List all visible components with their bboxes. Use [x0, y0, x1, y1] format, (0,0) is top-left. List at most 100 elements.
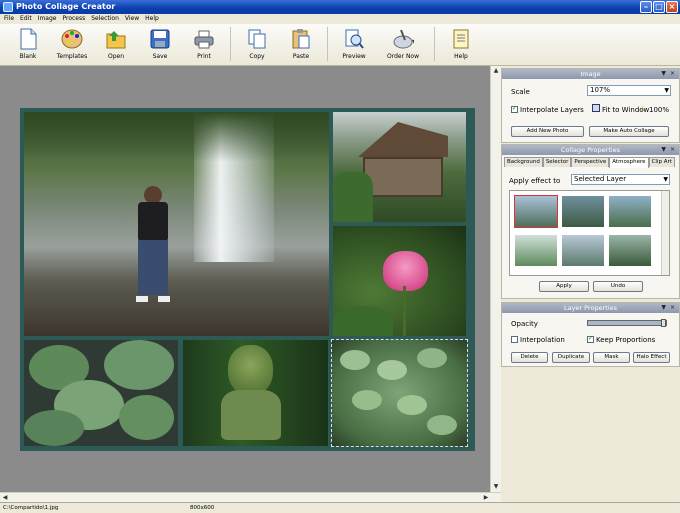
photo-waterfall[interactable] — [24, 112, 329, 336]
paste-label: Paste — [292, 53, 310, 60]
toolbar-separator — [434, 27, 435, 61]
hundred-percent-label[interactable]: 100% — [649, 106, 669, 114]
print-button[interactable]: Print — [182, 24, 226, 64]
menu-help[interactable]: Help — [145, 14, 159, 24]
apply-effect-value: Selected Layer — [574, 175, 627, 183]
delete-button[interactable]: Delete — [511, 352, 548, 363]
close-panel-icon[interactable]: × — [670, 303, 675, 313]
opacity-label: Opacity — [511, 320, 538, 328]
blank-button[interactable]: Blank — [6, 24, 50, 64]
collage-tabs: Background Selector Perspective Atmosphe… — [504, 157, 677, 168]
image-panel: Image ▼ × Scale 107% ▼ Interpolate Layer… — [501, 68, 680, 143]
effect-thumb[interactable] — [515, 235, 557, 266]
preview-button[interactable]: Preview — [332, 24, 376, 64]
add-new-photo-button[interactable]: Add New Photo — [511, 126, 584, 137]
effect-thumb[interactable] — [562, 196, 604, 227]
toolbar-separator — [327, 27, 328, 61]
interpolate-layers-checkbox[interactable] — [511, 105, 518, 113]
menu-file[interactable]: File — [4, 14, 14, 24]
help-label: Help — [454, 53, 468, 60]
effect-thumb-selected[interactable] — [514, 195, 558, 228]
app-icon — [3, 2, 13, 12]
menu-view[interactable]: View — [125, 14, 139, 24]
keep-proportions-label: Keep Proportions — [596, 336, 656, 344]
scale-label: Scale — [511, 88, 530, 96]
fit-window-icon[interactable] — [592, 104, 600, 112]
preview-magnifier-icon — [343, 28, 365, 50]
effect-thumb[interactable] — [609, 196, 651, 227]
apply-effect-dropdown[interactable]: Selected Layer ▼ — [571, 174, 670, 185]
tab-clip-art[interactable]: Clip Art — [648, 157, 675, 167]
horizontal-scrollbar[interactable]: ◀ ▶ — [0, 492, 501, 502]
title-bar: Photo Collage Creator – □ × — [0, 0, 680, 14]
keep-proportions-checkbox[interactable] — [587, 335, 594, 343]
properties-panel: Image ▼ × Scale 107% ▼ Interpolate Layer… — [501, 66, 680, 502]
scale-dropdown[interactable]: 107% ▼ — [587, 85, 671, 96]
vertical-scrollbar[interactable]: ▲ ▼ — [490, 66, 501, 492]
effect-thumb[interactable] — [609, 235, 651, 266]
effect-thumb[interactable] — [562, 235, 604, 266]
close-button[interactable]: × — [666, 1, 678, 13]
make-auto-collage-button[interactable]: Make Auto Collage — [589, 126, 669, 137]
photo-house[interactable] — [333, 112, 466, 222]
gallery-scrollbar[interactable] — [661, 191, 669, 275]
interpolate-layers-label: Interpolate Layers — [520, 106, 584, 114]
dropdown-arrow-icon: ▼ — [663, 176, 668, 183]
order-now-button[interactable]: ▾ Order Now — [376, 24, 430, 64]
minimize-button[interactable]: – — [640, 1, 652, 13]
scroll-up-icon[interactable]: ▲ — [491, 66, 501, 76]
templates-label: Templates — [56, 53, 88, 60]
menu-edit[interactable]: Edit — [20, 14, 32, 24]
help-button[interactable]: Help — [439, 24, 483, 64]
apply-button[interactable]: Apply — [539, 281, 589, 292]
blank-label: Blank — [19, 53, 37, 60]
tab-perspective[interactable]: Perspective — [571, 157, 610, 167]
save-button[interactable]: Save — [138, 24, 182, 64]
opacity-slider[interactable] — [587, 319, 667, 327]
copy-button[interactable]: Copy — [235, 24, 279, 64]
open-button[interactable]: Open — [94, 24, 138, 64]
templates-button[interactable]: Templates — [50, 24, 94, 64]
collapse-icon[interactable]: ▼ — [661, 69, 666, 79]
photo-mossy-statue[interactable] — [183, 340, 328, 446]
status-file-path: C:\Compartido\1.jpg — [3, 505, 59, 511]
tab-background[interactable]: Background — [504, 157, 543, 167]
svg-text:▾: ▾ — [412, 37, 414, 46]
collapse-icon[interactable]: ▼ — [661, 303, 666, 313]
apply-effect-label: Apply effect to — [509, 177, 561, 185]
open-folder-icon — [105, 28, 127, 50]
collapse-icon[interactable]: ▼ — [661, 145, 666, 155]
maximize-button[interactable]: □ — [653, 1, 665, 13]
floppy-disk-icon — [149, 28, 171, 50]
menu-selection[interactable]: Selection — [91, 14, 119, 24]
undo-button[interactable]: Undo — [593, 281, 643, 292]
tab-atmosphere[interactable]: Atmosphere — [609, 157, 649, 168]
menu-process[interactable]: Process — [62, 14, 85, 24]
window-title: Photo Collage Creator — [16, 2, 116, 11]
close-panel-icon[interactable]: × — [670, 145, 675, 155]
effects-gallery — [509, 190, 670, 276]
save-label: Save — [152, 53, 168, 60]
toolbar-separator — [230, 27, 231, 61]
photo-lily-pond-selected[interactable] — [331, 339, 468, 447]
mask-button[interactable]: Mask — [593, 352, 630, 363]
interpolation-checkbox[interactable] — [511, 336, 518, 343]
duplicate-button[interactable]: Duplicate — [552, 352, 590, 363]
halo-effect-button[interactable]: Halo Effect — [633, 352, 670, 363]
close-panel-icon[interactable]: × — [670, 69, 675, 79]
image-panel-header: Image ▼ × — [502, 69, 679, 79]
photo-lotus-flower[interactable] — [333, 226, 466, 336]
copy-icon — [246, 28, 268, 50]
opacity-slider-thumb[interactable] — [661, 319, 666, 327]
photo-lily-pads[interactable] — [24, 340, 178, 446]
collage-panel-title: Collage Properties — [560, 146, 621, 154]
paste-button[interactable]: Paste — [279, 24, 323, 64]
layer-panel-header: Layer Properties ▼ × — [502, 303, 679, 313]
tab-selector[interactable]: Selector — [542, 157, 572, 167]
zoom-icon[interactable]: △ — [640, 105, 645, 112]
menu-image[interactable]: Image — [38, 14, 57, 24]
scale-value: 107% — [590, 86, 611, 94]
scroll-down-icon[interactable]: ▼ — [491, 482, 501, 492]
collage-canvas[interactable] — [20, 108, 475, 451]
status-image-size: 800x600 — [190, 505, 215, 511]
